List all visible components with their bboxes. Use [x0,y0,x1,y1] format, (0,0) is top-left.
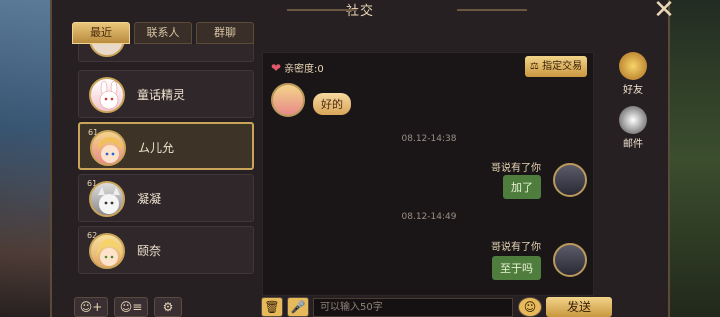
cat-avatar-icon [98,187,120,214]
list-icon: ☺≡ [119,300,143,314]
message-timestamp: 08.12-14:38 [401,134,457,144]
scale-icon: ⚖ [529,61,539,72]
intimacy-row: ❤ 亲密度:0 [271,60,324,76]
delete-button[interactable]: 🗑 [261,297,283,317]
trash-icon: 🗑 [264,300,280,314]
page-title: 社交 [345,4,374,19]
tab-contacts[interactable]: 联系人 [134,22,192,44]
bottom-bar: ☺+ ☺≡ ⚙ 🗑 🎤 可以输入50字 ☺ 发送 [72,297,652,317]
contact-list[interactable]: 童话精灵 61 ム儿允 61 凝凝 62 颐奈 [78,44,256,302]
gear-icon: ⚙ [162,300,174,314]
avatar [89,181,125,217]
contact-name: 童话精灵 [137,88,186,102]
message-timestamp: 08.12-14:49 [401,212,457,222]
emoji-button[interactable]: ☺ [518,297,542,317]
settings-button[interactable]: ⚙ [154,297,182,317]
friend-icon [619,52,647,80]
contact-name: 凝凝 [137,192,162,206]
side-nav-label: 邮件 [623,139,643,150]
message-input[interactable]: 可以输入50字 [313,298,513,317]
message-bubble: 至于吗 [492,256,541,280]
sender-name: 哥说有了你 [491,163,541,174]
chat-area[interactable]: ❤ 亲密度:0 ⚖ 指定交易 好的 08.12-14:38 哥说有了你 加了 0… [262,52,594,296]
contact-item[interactable] [78,44,254,62]
avatar [89,233,125,269]
message-bubble: 加了 [503,175,541,199]
avatar [90,130,126,166]
title-ornament-left [287,9,357,11]
title-bar: 社交 [52,0,668,20]
friend-list-button[interactable]: ☺≡ [114,297,148,317]
contact-name: 颐奈 [137,244,162,258]
tab-recent[interactable]: 最近 [72,22,130,44]
add-friend-icon: ☺+ [79,300,103,314]
contact-item[interactable]: 62 颐奈 [78,226,254,274]
tab-bar: 最近 联系人 群聊 [72,22,254,44]
microphone-icon: 🎤 [290,300,306,314]
voice-button[interactable]: 🎤 [287,297,309,317]
avatar [89,44,125,57]
heart-icon: ❤ [271,60,282,75]
add-friend-button[interactable]: ☺+ [74,297,108,317]
intimacy-label: 亲密度:0 [284,64,324,75]
bunny-avatar-icon [99,80,119,110]
social-panel: 社交 ✕ 最近 联系人 群聊 童话精灵 61 ム儿允 61 凝凝 62 颐奈 ❤… [50,0,675,317]
close-icon: ✕ [653,0,675,25]
self-avatar[interactable] [553,243,587,277]
designated-trade-button[interactable]: ⚖ 指定交易 [525,56,587,77]
side-nav-mail[interactable]: 邮件 [614,106,652,150]
close-button[interactable]: ✕ [650,0,678,24]
title-ornament-right [457,9,527,11]
side-nav-friends[interactable]: 好友 [614,52,652,96]
send-button[interactable]: 发送 [546,297,612,317]
contact-item[interactable]: 童话精灵 [78,70,254,118]
message-bubble: 好的 [313,93,351,115]
girl-avatar-icon [98,137,122,163]
emoji-icon: ☺ [523,300,537,314]
game-screen: 社交 ✕ 最近 联系人 群聊 童话精灵 61 ム儿允 61 凝凝 62 颐奈 ❤… [0,0,720,317]
side-nav-label: 好友 [623,85,643,96]
trade-button-label: 指定交易 [542,61,583,72]
self-avatar[interactable] [553,163,587,197]
contact-name: ム儿允 [138,141,175,155]
mail-icon [619,106,647,134]
contact-item-selected[interactable]: 61 ム儿允 [78,122,254,170]
blonde-avatar-icon [96,239,122,266]
tab-groups[interactable]: 群聊 [196,22,254,44]
contact-item[interactable]: 61 凝凝 [78,174,254,222]
sender-name: 哥说有了你 [491,242,541,253]
avatar [89,77,125,113]
sender-avatar[interactable] [271,83,305,117]
